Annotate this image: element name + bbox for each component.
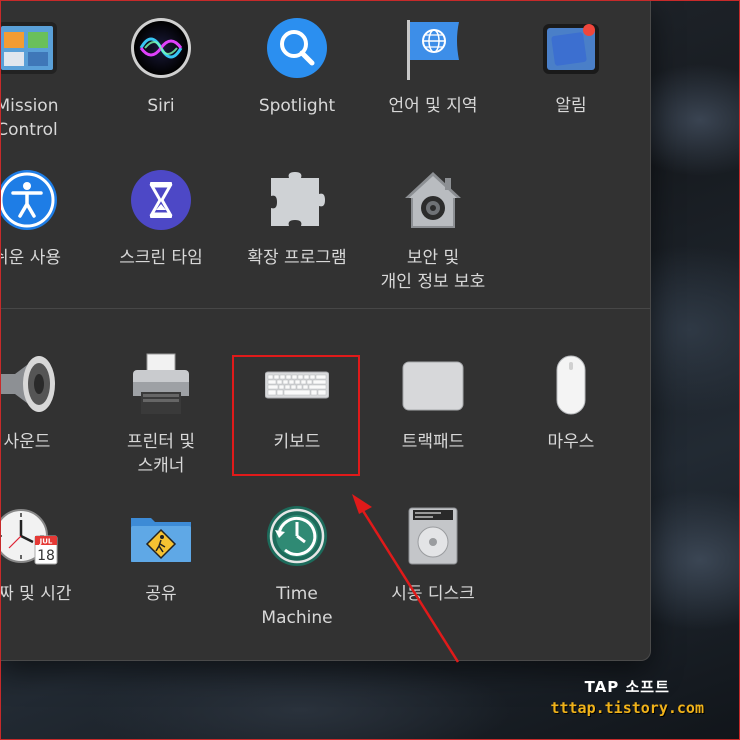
mouse-icon (556, 355, 586, 415)
pane-label: 공유 (145, 584, 177, 604)
security-privacy-icon (405, 172, 461, 228)
watermark: TAP 소프트 tttap.tistory.com (550, 676, 704, 717)
startup-disk-icon (408, 507, 458, 565)
sharing-icon (131, 518, 191, 562)
pane-label: Spotlight (258, 96, 336, 116)
pane-label: 알림 (555, 96, 587, 116)
language-region-icon (407, 20, 459, 80)
mission-control-icon (0, 22, 57, 74)
keyboard-highlight-box (232, 355, 360, 476)
pane-label: 언어 및 지역 (388, 96, 478, 116)
pane-label: 확장 프로그램 (247, 248, 347, 268)
pane-label: 사운드 (3, 432, 51, 452)
sound-icon (0, 356, 55, 412)
date-time-icon: JUL 18 (0, 509, 58, 565)
pane-label: 쉬운 사용 (0, 248, 61, 268)
calendar-day-text: 18 (37, 548, 55, 564)
pane-label: Siri (147, 96, 175, 116)
accessibility-icon (0, 170, 57, 230)
system-preferences-window: Mission Control Siri Spotlight 언어 및 지역 알… (0, 0, 651, 661)
calendar-month-text: JUL (39, 538, 53, 546)
printer-scanner-icon (133, 353, 189, 414)
spotlight-icon (267, 18, 327, 78)
watermark-url: tttap.tistory.com (550, 699, 704, 717)
time-machine-icon (267, 506, 327, 566)
extensions-icon (271, 172, 325, 226)
pane-label: 마우스 (547, 432, 595, 452)
section-divider (0, 308, 650, 309)
pane-label: Mission Control (0, 96, 59, 140)
trackpad-icon (402, 361, 464, 411)
pane-label: 프린터 및 스캐너 (127, 432, 195, 476)
siri-icon (131, 18, 191, 78)
pane-label: Time Machine (261, 584, 333, 628)
pane-label: 트랙패드 (401, 432, 465, 452)
pane-label: 시동 디스크 (391, 584, 475, 604)
pane-label: 스크린 타임 (119, 248, 203, 268)
pane-label: 날짜 및 시간 (0, 584, 72, 604)
screen-time-icon (131, 170, 191, 230)
watermark-title: TAP 소프트 (584, 678, 670, 696)
pane-label: 보안 및 개인 정보 보호 (380, 248, 486, 292)
notifications-icon (543, 24, 599, 74)
